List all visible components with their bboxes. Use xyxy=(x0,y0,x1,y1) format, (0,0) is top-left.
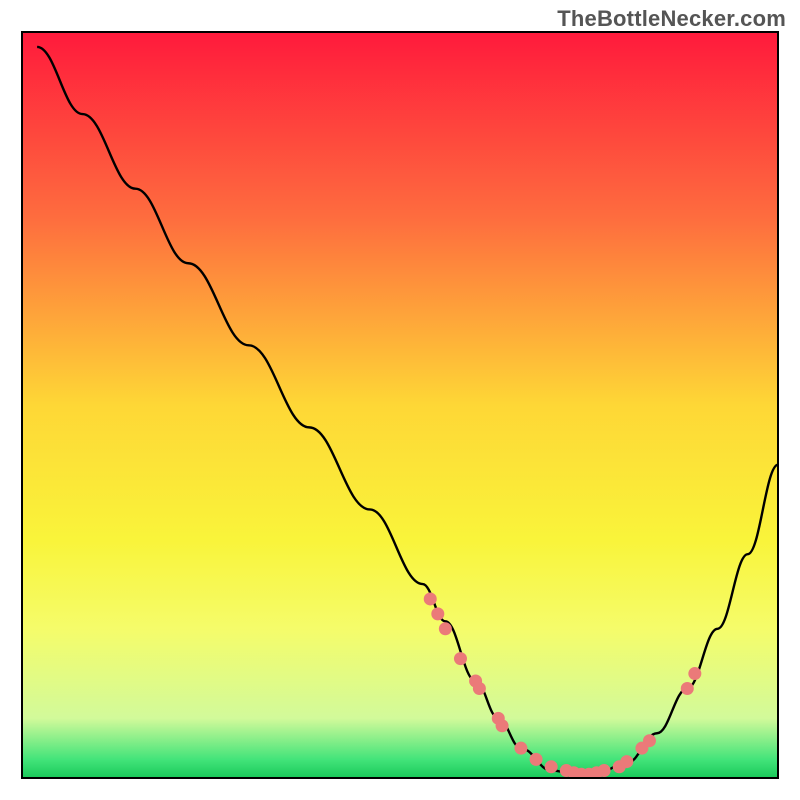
highlight-point xyxy=(454,652,467,665)
highlight-point xyxy=(424,592,437,605)
watermark-text: TheBottleNecker.com xyxy=(557,6,786,32)
gradient-background xyxy=(22,32,778,778)
highlight-point xyxy=(439,622,452,635)
highlight-point xyxy=(681,682,694,695)
highlight-point xyxy=(545,760,558,773)
highlight-point xyxy=(620,755,633,768)
highlight-point xyxy=(496,719,509,732)
highlight-point xyxy=(598,764,611,777)
highlight-point xyxy=(431,607,444,620)
highlight-point xyxy=(473,682,486,695)
highlight-point xyxy=(514,742,527,755)
highlight-point xyxy=(643,734,656,747)
highlight-point xyxy=(530,753,543,766)
chart-container: TheBottleNecker.com xyxy=(0,0,800,800)
bottleneck-chart xyxy=(0,0,800,800)
highlight-point xyxy=(688,667,701,680)
